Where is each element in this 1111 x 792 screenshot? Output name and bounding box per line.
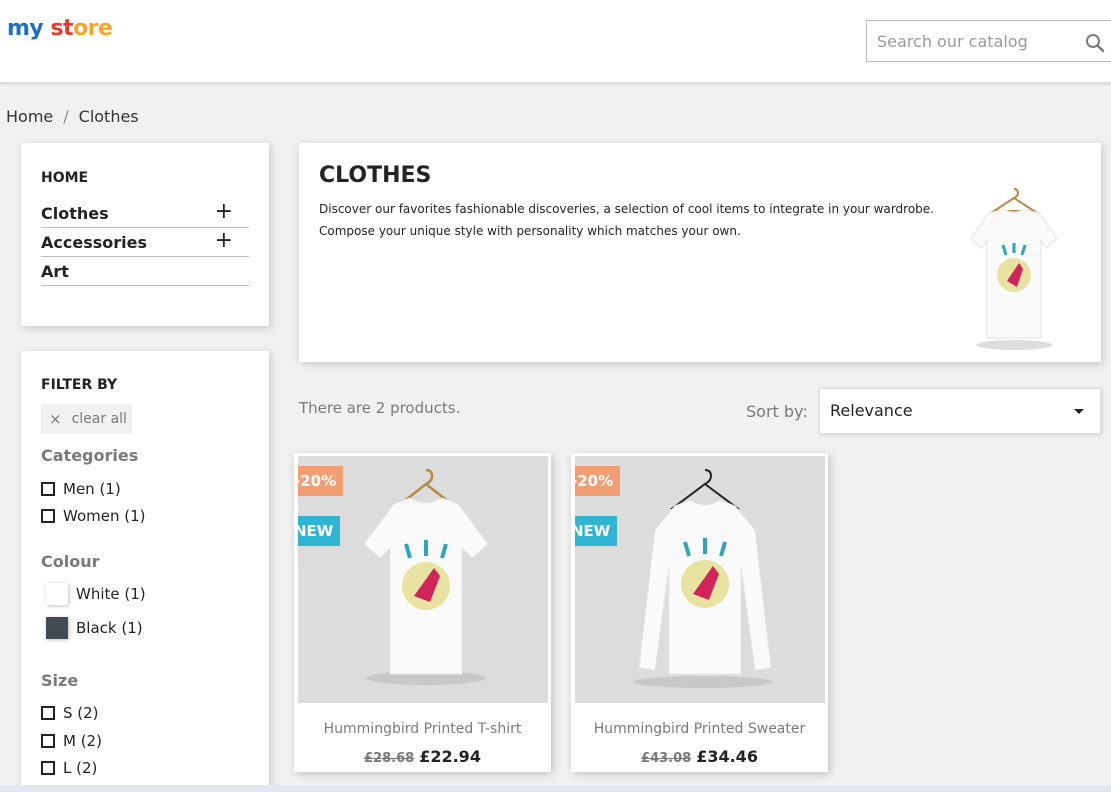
filter-option-white[interactable]: White (1) [41, 583, 146, 605]
new-badge: NEW [575, 516, 618, 546]
expand-icon[interactable]: + [215, 201, 233, 223]
filter-title: FILTER BY [41, 377, 118, 393]
product-count: There are 2 products. [299, 399, 461, 417]
category-tree: HOME Clothes + Accessories + Art [21, 143, 269, 326]
facet-title-colour: Colour [41, 552, 100, 571]
search-icon[interactable] [1085, 33, 1105, 53]
category-home-link[interactable]: HOME [41, 170, 88, 186]
regular-price: £28.68 [364, 751, 415, 766]
category-description: Discover our favorites fashionable disco… [319, 202, 934, 238]
product-price: £28.68 £22.94 [294, 747, 551, 766]
bottom-strip [0, 785, 1111, 792]
checkbox[interactable] [41, 761, 55, 775]
breadcrumb-clothes[interactable]: Clothes [79, 107, 139, 126]
breadcrumb: Home / Clothes [6, 107, 139, 126]
filter-option-label: White (1) [76, 585, 146, 603]
regular-price: £43.08 [641, 751, 692, 766]
sort-dropdown[interactable]: Relevance [819, 388, 1101, 434]
chevron-down-icon [1074, 409, 1084, 414]
facet-title-categories: Categories [41, 446, 139, 465]
filter-option-l[interactable]: L (2) [41, 759, 97, 777]
filter-option-label: Black (1) [76, 619, 143, 637]
checkbox[interactable] [41, 734, 55, 748]
product-name[interactable]: Hummingbird Printed Sweater [571, 721, 828, 737]
category-image [970, 188, 1058, 350]
filter-option-label: S (2) [63, 704, 99, 722]
filter-option-s[interactable]: S (2) [41, 704, 99, 722]
filter-option-label: Women (1) [63, 507, 146, 525]
checkbox[interactable] [41, 482, 55, 496]
sale-price: £22.94 [419, 747, 481, 766]
site-header: my store [0, 0, 1111, 82]
logo-text-my: my [7, 16, 44, 41]
sort-value: Relevance [830, 401, 913, 420]
category-header: CLOTHES Discover our favorites fashionab… [299, 143, 1101, 362]
category-label: Accessories [41, 233, 147, 252]
checkbox[interactable] [41, 706, 55, 720]
category-item-art[interactable]: Art [41, 257, 249, 286]
category-item-clothes[interactable]: Clothes + [41, 199, 249, 228]
product-price: £43.08 £34.46 [571, 747, 828, 766]
search-input[interactable] [867, 21, 1067, 61]
category-label: Art [41, 262, 69, 281]
product-card[interactable]: -20% NEW Hummingbird Printed T-shirt £28… [294, 453, 551, 772]
product-thumbnail[interactable]: -20% NEW [575, 456, 825, 703]
category-item-accessories[interactable]: Accessories + [41, 228, 249, 257]
color-swatch-black[interactable] [46, 617, 68, 639]
checkbox[interactable] [41, 509, 55, 523]
filter-option-black[interactable]: Black (1) [41, 617, 143, 639]
clear-all-button[interactable]: × clear all [41, 404, 132, 434]
color-swatch-white[interactable] [46, 583, 68, 605]
discount-badge: -20% [575, 466, 621, 496]
logo-text-ore: ore [73, 16, 113, 41]
filter-option-men[interactable]: Men (1) [41, 480, 121, 498]
store-logo[interactable]: my store [7, 16, 113, 41]
sale-price: £34.46 [696, 747, 758, 766]
product-card[interactable]: -20% NEW Hummingbird Printed Sweater £43… [571, 453, 828, 772]
filter-option-m[interactable]: M (2) [41, 732, 102, 750]
product-name[interactable]: Hummingbird Printed T-shirt [294, 721, 551, 737]
breadcrumb-home[interactable]: Home [6, 107, 53, 126]
sort-label: Sort by: [746, 402, 808, 421]
breadcrumb-separator: / [63, 107, 69, 126]
category-title: CLOTHES [319, 163, 432, 188]
search-box [866, 20, 1111, 62]
filter-panel: FILTER BY × clear all Categories Men (1)… [21, 351, 269, 792]
filter-option-label: M (2) [63, 732, 102, 750]
category-label: Clothes [41, 204, 109, 223]
product-thumbnail[interactable]: -20% NEW [298, 456, 548, 703]
expand-icon[interactable]: + [215, 230, 233, 252]
logo-text-st: st [50, 16, 74, 41]
filter-option-women[interactable]: Women (1) [41, 507, 146, 525]
filter-option-label: Men (1) [63, 480, 121, 498]
facet-title-size: Size [41, 671, 79, 690]
close-icon: × [49, 410, 62, 428]
discount-badge: -20% [298, 466, 344, 496]
clear-all-label: clear all [71, 411, 127, 427]
new-badge: NEW [298, 516, 341, 546]
filter-option-label: L (2) [63, 759, 98, 777]
